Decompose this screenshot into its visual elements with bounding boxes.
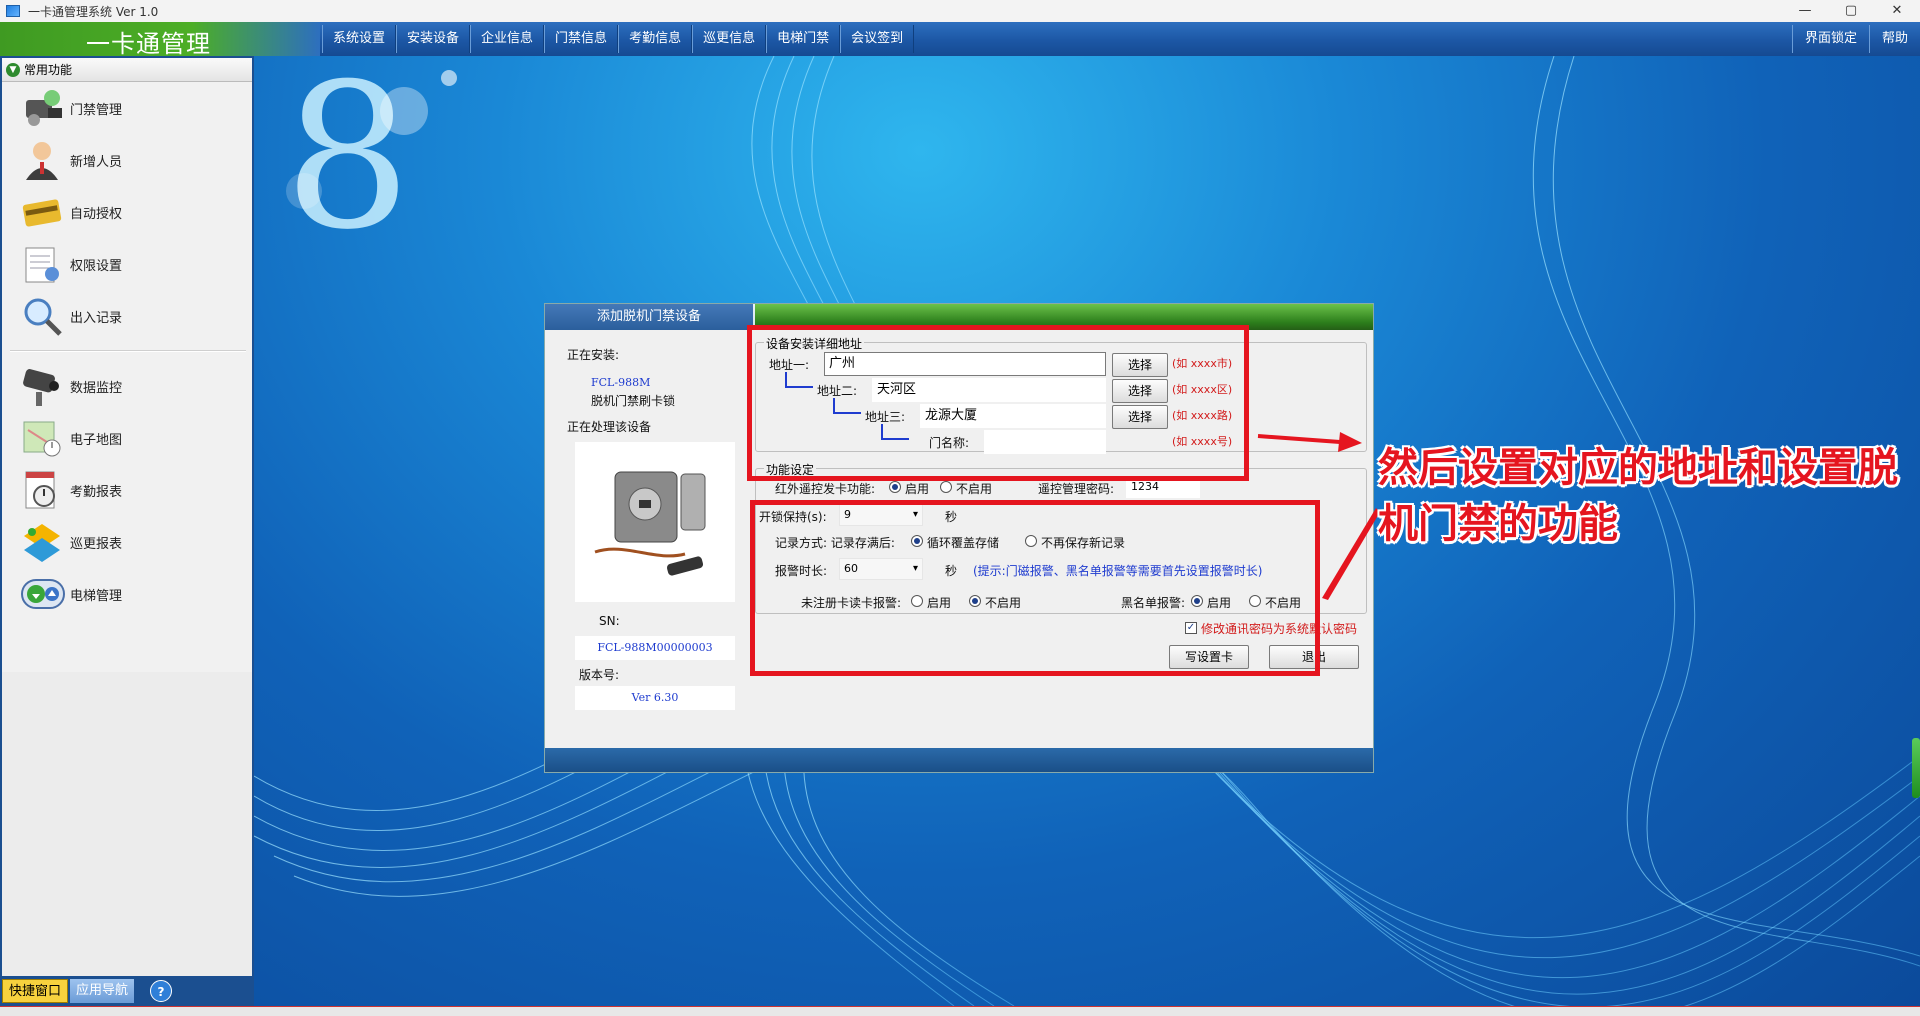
annotation-pointer <box>1322 508 1380 600</box>
annotation-arrow-head <box>1338 432 1362 452</box>
annotation-arrow-line <box>1257 434 1341 444</box>
instruction-annotation: 然后设置对应的地址和设置脱机门禁的功能 <box>1378 445 1898 547</box>
